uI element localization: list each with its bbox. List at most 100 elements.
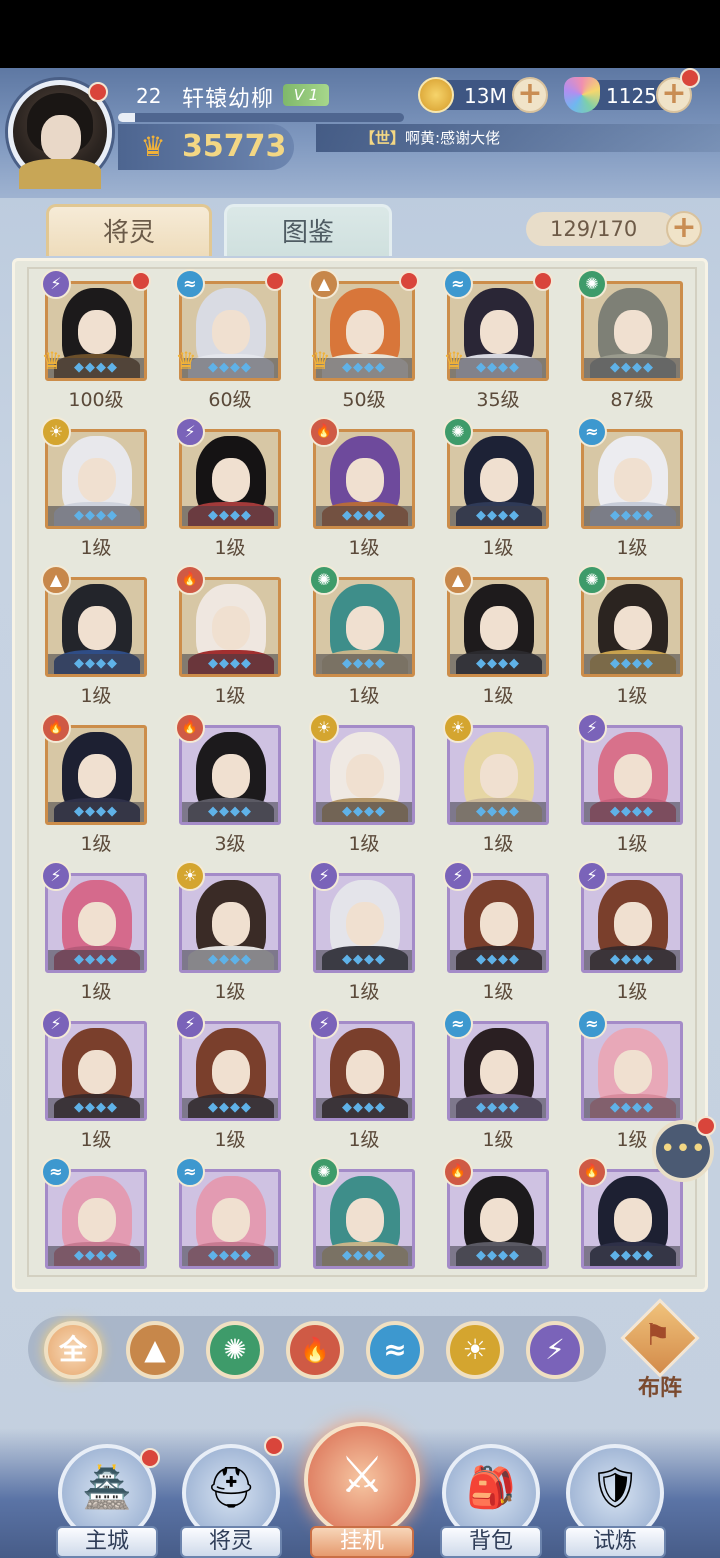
nav-idle[interactable]: ⚔ 挂机 [300,1422,424,1558]
mount-element-icon: ▲ [443,565,473,595]
hero-card[interactable]: ◆◆◆◆ 🔥 1级 [443,1157,549,1275]
hero-card[interactable]: ◆◆◆◆ ≈1级 [41,1157,147,1275]
chat-channel-tag: 【世】 [360,129,406,147]
star-rating: ◆◆◆◆ [450,1098,546,1118]
hero-card[interactable]: ◆◆◆◆ 🔥 1级 [41,713,147,855]
hero-card[interactable]: ◆◆◆◆ ⚡ 1级 [309,1009,415,1151]
filter-fire-button[interactable]: 🔥 [286,1321,344,1379]
power-plate: ♛ 35773 [118,124,294,170]
flag-mark-icon: ⚑ [644,1318,671,1353]
hero-card[interactable]: ◆◆◆◆ ▲ 1级 [41,565,147,707]
filter-water-button[interactable]: ≈ [366,1321,424,1379]
hero-card[interactable]: ◆◆◆◆ 🔥 1级 [175,565,281,707]
star-rating: ◆◆◆◆ [48,1246,144,1266]
hero-card[interactable]: ◆◆◆◆ ⚡ 1级 [41,861,147,1003]
hero-card[interactable]: ◆◆◆◆ ▲ ♛ 50级 [309,269,419,411]
water-element-icon: ≈ [443,1009,473,1039]
fire-element-icon: 🔥 [175,713,205,743]
hero-level: 1级 [482,537,514,559]
hero-card[interactable]: ◆◆◆◆ ≈1级 [577,417,683,559]
hero-card[interactable]: ◆◆◆◆ 🔥 1级 [309,417,415,559]
player-level: 22 [136,84,162,108]
hero-card[interactable]: ◆◆◆◆ ≈1级 [443,1009,549,1151]
add-gold-button[interactable]: + [512,77,548,113]
element-filter-bar: 全 ▲ ✺ 🔥 ≈ ☀ ⚡ [28,1316,606,1382]
thunder-element-icon: ⚡ [175,1009,205,1039]
hero-grid[interactable]: ◆◆◆◆ ⚡ ♛ 100级 ◆◆◆◆ ≈ ♛ 60级 ◆◆◆◆ ▲ ♛ 50级 ◆◆◆◆ ≈ ♛ 35级 ◆◆◆… [27,267,697,1277]
nav-heroes-label: 将灵 [180,1526,282,1558]
hero-card[interactable]: ◆◆◆◆ ⚡ 1级 [577,861,683,1003]
castle-icon: 🏯 [82,1465,132,1511]
hero-card[interactable]: ◆◆◆◆ 🔥 3级 [175,713,281,855]
hero-card[interactable]: ◆◆◆◆ ⚡ 1级 [443,861,549,1003]
awaken-crest-icon: ♛ [175,347,197,375]
hero-level: 1级 [348,833,380,855]
filter-thunder-button[interactable]: ⚡ [526,1321,584,1379]
tab-codex[interactable]: 图鉴 [224,204,392,256]
hero-card[interactable]: ◆◆◆◆ ▲ 1级 [443,565,549,707]
hero-card[interactable]: ◆◆◆◆ ☀ 1级 [41,417,147,559]
exp-bar [118,113,404,122]
thunder-element-icon: ⚡ [443,861,473,891]
star-rating: ◆◆◆◆ [182,1098,278,1118]
thunder-element-icon: ⚡ [309,1009,339,1039]
thunder-element-icon: ⚡ [41,269,71,299]
hero-card[interactable]: ◆◆◆◆ ⚡ 1级 [309,861,415,1003]
wind-element-icon: ✺ [309,565,339,595]
hero-card[interactable]: ◆◆◆◆ ✺ 1级 [309,565,415,707]
thunder-element-icon: ⚡ [41,1009,71,1039]
filter-wind-button[interactable]: ✺ [206,1321,264,1379]
hero-card[interactable]: ◆◆◆◆ ✺ 1级 [309,1157,415,1275]
hero-level: 1级 [616,833,648,855]
hero-level: 35级 [476,389,520,411]
star-rating: ◆◆◆◆ [316,1246,412,1266]
hero-level: 1级 [80,833,112,855]
filter-sun-button[interactable]: ☀ [446,1321,504,1379]
game-screen: 22 轩辕幼柳 V 1 ♛ 35773 13M + 1125 + 【世】啊黄:感… [0,68,720,1558]
hero-card[interactable]: ◆◆◆◆ ⚡ 1级 [175,417,281,559]
gold-coin-icon [418,77,454,113]
hero-card[interactable]: ◆◆◆◆ ✺ 1级 [577,565,683,707]
expand-capacity-button[interactable]: + [666,211,702,247]
hero-level: 1级 [348,685,380,707]
hero-card[interactable]: ◆◆◆◆ ⚡ ♛ 100级 [41,269,151,411]
hero-level: 1级 [482,833,514,855]
star-rating: ◆◆◆◆ [48,802,144,822]
hero-card[interactable]: ◆◆◆◆ ⚡ 1级 [41,1009,147,1151]
nav-trial-label: 试炼 [564,1526,666,1558]
star-rating: ◆◆◆◆ [450,1246,546,1266]
formation-button[interactable]: ⚑ 布阵 [620,1298,700,1401]
hero-card[interactable]: ◆◆◆◆ ✺ 87级 [577,269,683,411]
vip-badge[interactable]: V 1 [283,84,329,106]
hero-card[interactable]: ◆◆◆◆ ≈1级 [175,1157,281,1275]
nav-trial[interactable]: 🛡 试炼 [560,1436,670,1558]
star-rating: ◆◆◆◆ [316,802,412,822]
hero-level: 1级 [348,981,380,1003]
hero-level: 60级 [208,389,252,411]
hero-card[interactable]: ◆◆◆◆ ☀ 1级 [309,713,415,855]
star-rating: ◆◆◆◆ [584,950,680,970]
nav-city[interactable]: 🏯 主城 [52,1436,162,1558]
hero-level: 87级 [610,389,654,411]
hero-card[interactable]: ◆◆◆◆ ✺ 1级 [443,417,549,559]
hero-card[interactable]: ◆◆◆◆ ≈ ♛ 35级 [443,269,553,411]
hero-level: 50级 [342,389,386,411]
hero-card[interactable]: ◆◆◆◆ ⚡ 1级 [175,1009,281,1151]
water-element-icon: ≈ [577,417,607,447]
hero-card[interactable]: ◆◆◆◆ ☀ 1级 [175,861,281,1003]
hero-level: 1级 [482,1129,514,1151]
hero-level: 1级 [80,1129,112,1151]
world-chat-ticker[interactable]: 【世】啊黄:感谢大佬 [316,124,720,152]
filter-all-button[interactable]: 全 [44,1321,102,1379]
hero-card[interactable]: ◆◆◆◆ ≈ ♛ 60级 [175,269,285,411]
nav-heroes[interactable]: ⛑ 将灵 [176,1436,286,1558]
hero-card[interactable]: ◆◆◆◆ ⚡ 1级 [577,713,683,855]
nav-bag[interactable]: 🎒 背包 [436,1436,546,1558]
nav-city-label: 主城 [56,1526,158,1558]
star-rating: ◆◆◆◆ [584,802,680,822]
star-rating: ◆◆◆◆ [316,950,412,970]
hero-level: 1级 [482,981,514,1003]
tab-heroes[interactable]: 将灵 [46,204,212,256]
hero-card[interactable]: ◆◆◆◆ ☀ 1级 [443,713,549,855]
filter-mountain-button[interactable]: ▲ [126,1321,184,1379]
